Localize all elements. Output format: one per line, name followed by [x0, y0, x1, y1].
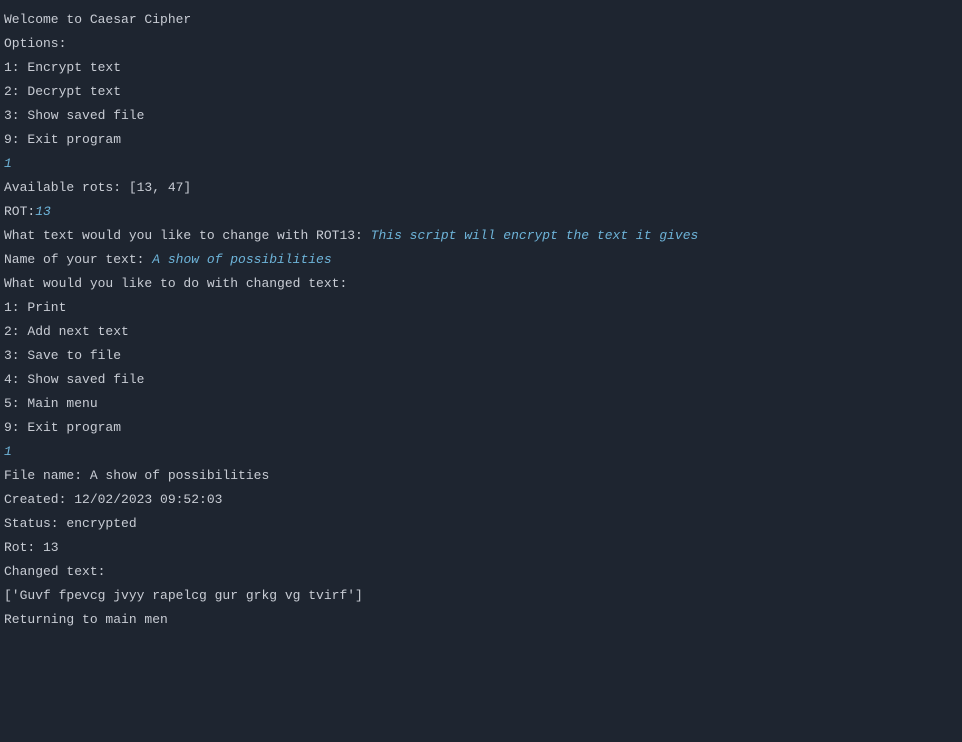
- do-main-menu: 5: Main menu: [4, 392, 958, 416]
- do-add-next: 2: Add next text: [4, 320, 958, 344]
- terminal-output: Welcome to Caesar Cipher Options: 1: Enc…: [4, 8, 958, 632]
- name-prompt: Name of your text:: [4, 252, 152, 267]
- welcome-line: Welcome to Caesar Cipher: [4, 8, 958, 32]
- rot-value-line: Rot: 13: [4, 536, 958, 560]
- created-line: Created: 12/02/2023 09:52:03: [4, 488, 958, 512]
- what-do-header: What would you like to do with changed t…: [4, 272, 958, 296]
- rot-prompt-line: ROT:13: [4, 200, 958, 224]
- options-header: Options:: [4, 32, 958, 56]
- changed-text-label: Changed text:: [4, 560, 958, 584]
- rot-input: 13: [35, 204, 51, 219]
- change-input: This script will encrypt the text it giv…: [371, 228, 699, 243]
- user-input-action-choice: 1: [4, 440, 958, 464]
- do-print: 1: Print: [4, 296, 958, 320]
- do-save-file: 3: Save to file: [4, 344, 958, 368]
- do-show-saved: 4: Show saved file: [4, 368, 958, 392]
- file-name-line: File name: A show of possibilities: [4, 464, 958, 488]
- user-input-menu-choice: 1: [4, 152, 958, 176]
- rot-prompt: ROT:: [4, 204, 35, 219]
- name-input: A show of possibilities: [152, 252, 331, 267]
- change-text-line: What text would you like to change with …: [4, 224, 958, 248]
- option-decrypt: 2: Decrypt text: [4, 80, 958, 104]
- status-line: Status: encrypted: [4, 512, 958, 536]
- change-prompt: What text would you like to change with …: [4, 228, 371, 243]
- name-text-line: Name of your text: A show of possibiliti…: [4, 248, 958, 272]
- option-exit: 9: Exit program: [4, 128, 958, 152]
- available-rots: Available rots: [13, 47]: [4, 176, 958, 200]
- do-exit: 9: Exit program: [4, 416, 958, 440]
- returning-line: Returning to main men: [4, 608, 958, 632]
- changed-text-value: ['Guvf fpevcg jvyy rapelcg gur grkg vg t…: [4, 584, 958, 608]
- option-show-saved: 3: Show saved file: [4, 104, 958, 128]
- option-encrypt: 1: Encrypt text: [4, 56, 958, 80]
